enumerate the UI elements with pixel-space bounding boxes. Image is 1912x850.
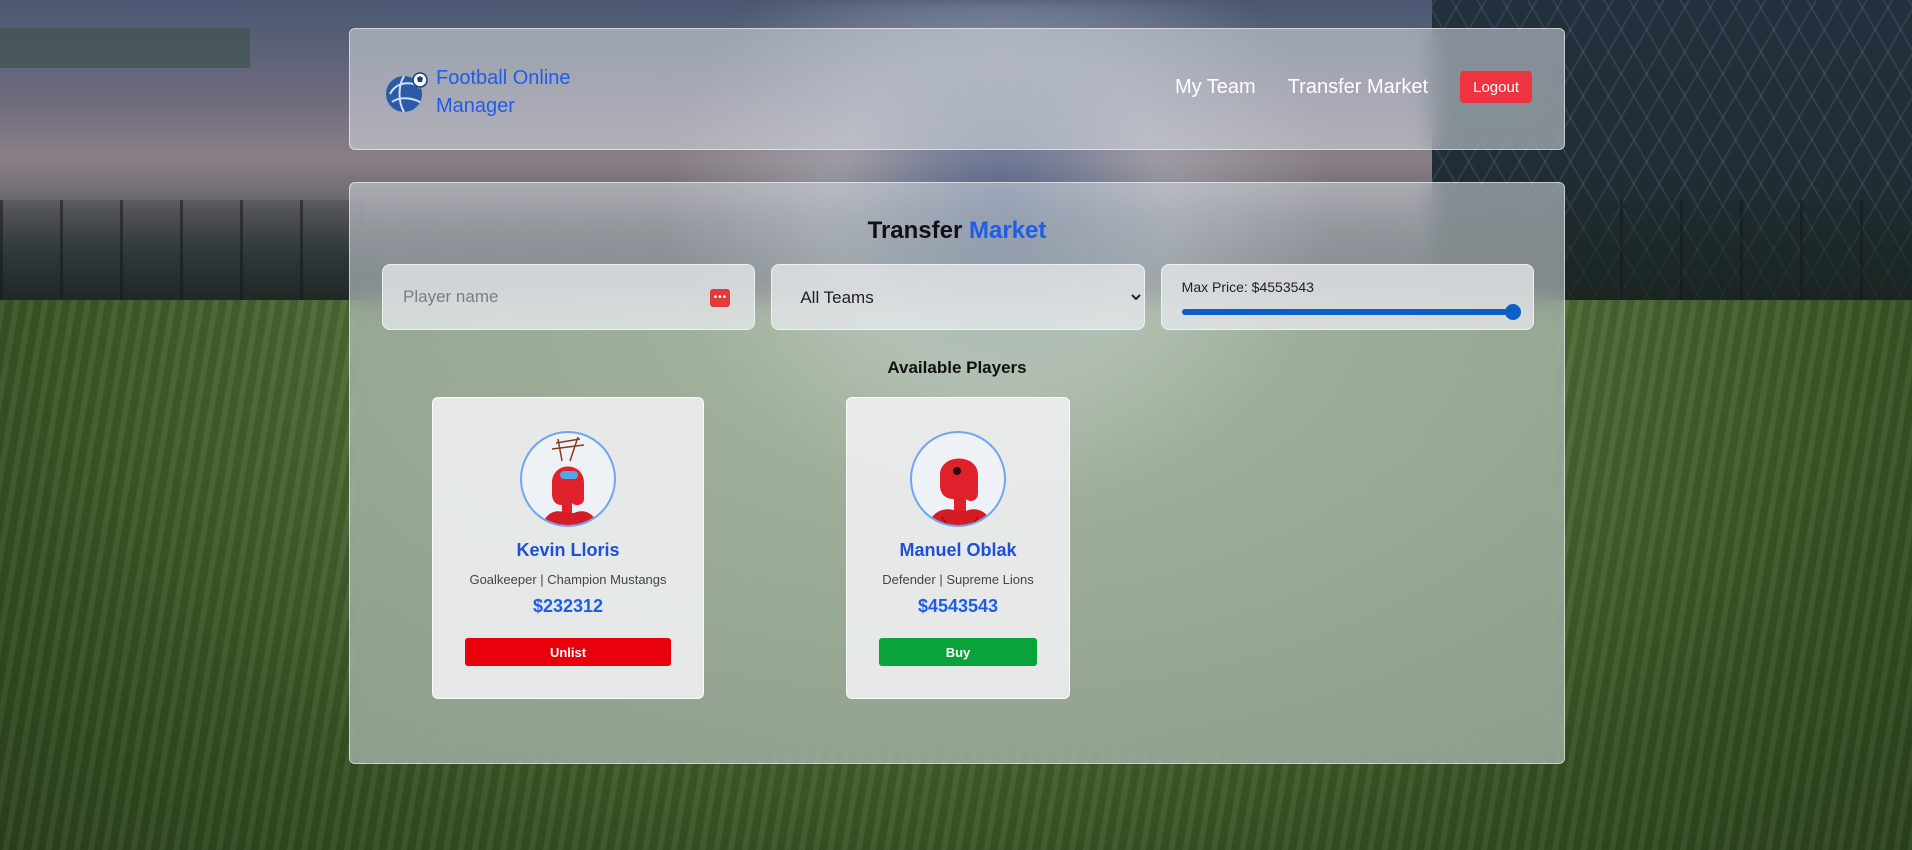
player-position-team: Goalkeeper | Champion Mustangs	[469, 572, 667, 587]
brand-title: Football Online Manager	[436, 67, 571, 117]
transfer-market-panel: Transfer Market ••• All Teams Max Price:…	[349, 182, 1565, 764]
player-name-search-input[interactable]	[383, 265, 755, 329]
search-box: •••	[382, 264, 756, 330]
price-filter-box: Max Price: $4553543	[1160, 264, 1534, 330]
team-filter-box: All Teams	[771, 264, 1145, 330]
slider-thumb[interactable]	[1504, 304, 1521, 320]
filter-bar: ••• All Teams Max Price: $4553543	[382, 264, 1534, 330]
nav-links: My Team Transfer Market Logout	[1175, 71, 1532, 103]
globe-football-icon	[382, 68, 430, 116]
player-name: Kevin Lloris	[516, 540, 620, 560]
nav-my-team-link[interactable]: My Team	[1175, 76, 1256, 99]
player-card: Kevin Lloris Goalkeeper | Champion Musta…	[432, 397, 704, 699]
player-price: $232312	[532, 596, 604, 616]
logout-button[interactable]: Logout	[1460, 71, 1532, 103]
max-price-label: Max Price: $4553543	[1181, 279, 1314, 295]
password-manager-icon[interactable]: •••	[710, 289, 731, 307]
player-name: Manuel Oblak	[899, 540, 1017, 560]
player-position-team: Defender | Supreme Lions	[882, 572, 1034, 587]
page-title-accent: Market	[969, 217, 1047, 244]
slider-fill	[1181, 309, 1513, 315]
page-title-main: Transfer	[867, 217, 963, 244]
available-players-title: Available Players	[887, 358, 1027, 377]
navbar: Football Online Manager My Team Transfer…	[349, 28, 1565, 150]
page-title: Transfer Market	[350, 217, 1564, 245]
player-price: $4543543	[917, 596, 999, 616]
player-card: Manuel Oblak Defender | Supreme Lions $4…	[846, 397, 1070, 699]
player-avatar	[520, 431, 616, 527]
max-price-slider[interactable]	[1181, 304, 1521, 320]
nav-transfer-market-link[interactable]: Transfer Market	[1288, 76, 1428, 99]
buy-button[interactable]: Buy	[879, 638, 1037, 666]
brand[interactable]: Football Online Manager	[382, 64, 596, 120]
player-avatar	[910, 431, 1006, 527]
unlist-button[interactable]: Unlist	[465, 638, 671, 666]
team-filter-select[interactable]: All Teams	[772, 265, 1144, 329]
